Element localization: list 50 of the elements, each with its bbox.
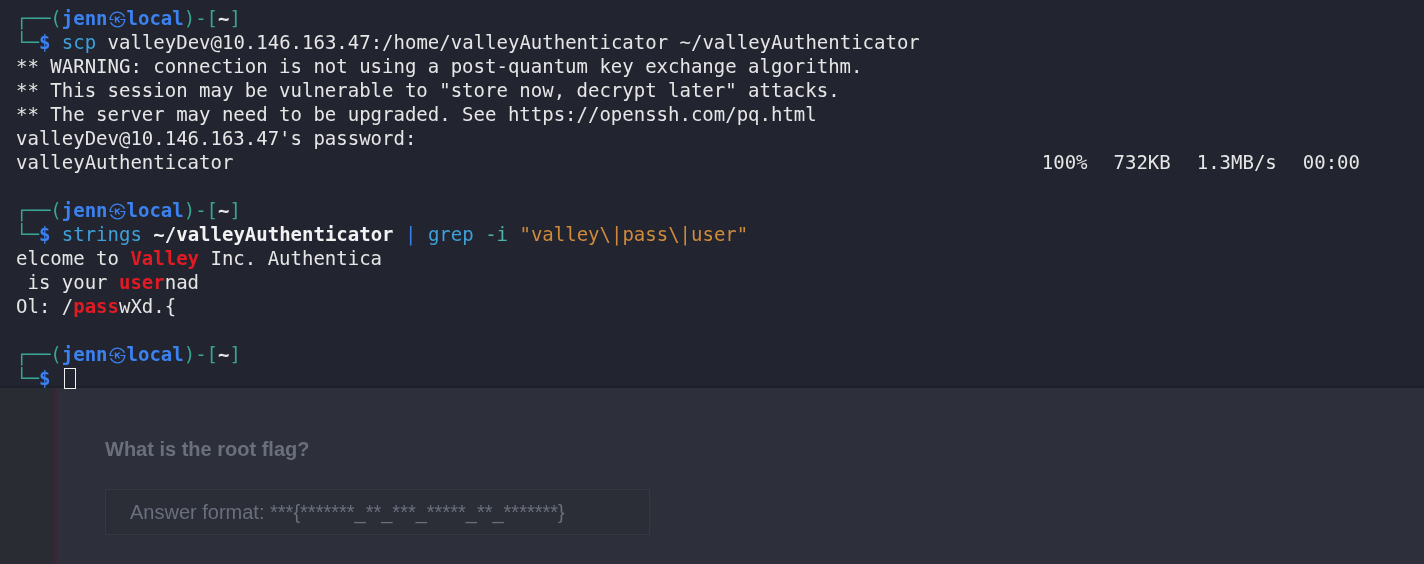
output-line: elcome to Valley Inc. Authentica bbox=[16, 246, 383, 270]
prompt-decoration: └─ bbox=[16, 366, 39, 390]
prompt-directory: ~ bbox=[218, 342, 230, 366]
prompt-host: local bbox=[126, 342, 184, 366]
prompt-sigil: $ bbox=[38, 222, 51, 246]
command-token: | bbox=[405, 222, 417, 246]
command-token: ~/valleyAuthenticator bbox=[153, 222, 394, 246]
transfer-file-name: valleyAuthenticator bbox=[16, 150, 234, 174]
prompt-host: local bbox=[126, 6, 184, 30]
prompt-decoration: ] bbox=[229, 6, 241, 30]
prompt-decoration: )-[ bbox=[183, 198, 219, 222]
prompt-decoration: └─ bbox=[16, 222, 39, 246]
command-token: ~/valleyAuthenticator bbox=[679, 30, 920, 54]
prompt-decoration: └─ bbox=[16, 30, 39, 54]
command-token: -i bbox=[485, 222, 508, 246]
prompt-sigil: $ bbox=[38, 366, 51, 390]
prompt-decoration: ] bbox=[229, 198, 241, 222]
output-line: ** WARNING: connection is not using a post-quantum key exchange algorithm. bbox=[16, 54, 863, 78]
prompt-decoration: ┌──( bbox=[16, 198, 62, 222]
prompt-decoration: )-[ bbox=[183, 6, 219, 30]
output-line: ** This session may be vulnerable to "store now, decrypt later" attacks. bbox=[16, 78, 840, 102]
command-token: valleyDev@10.146.163.47:/home/valleyAuthenticator bbox=[107, 30, 669, 54]
transfer-time: 00:00 bbox=[1302, 150, 1360, 174]
prompt-host: local bbox=[126, 198, 184, 222]
command-token: strings bbox=[61, 222, 142, 246]
output-line: valleyDev@10.146.163.47's password: bbox=[16, 126, 417, 150]
prompt-user: jenn bbox=[61, 198, 108, 222]
prompt-directory: ~ bbox=[218, 6, 230, 30]
prompt-separator: ㉿ bbox=[107, 342, 127, 366]
command-token: scp bbox=[61, 30, 97, 54]
prompt-sigil: $ bbox=[38, 30, 51, 54]
prompt-decoration: ┌──( bbox=[16, 6, 62, 30]
output-line: ** The server may need to be upgraded. See https://openssh.com/pq.html bbox=[16, 102, 817, 126]
prompt-directory: ~ bbox=[218, 198, 230, 222]
output-line: Ol: /passwXd.{ bbox=[16, 294, 177, 318]
answer-field[interactable]: Answer format: ***{*******_**_***_*****_**_*******} bbox=[105, 489, 650, 535]
prompt-decoration: )-[ bbox=[183, 342, 219, 366]
question-title: What is the root flag? bbox=[105, 438, 311, 461]
transfer-rate: 1.3MB/s bbox=[1196, 150, 1277, 174]
prompt-decoration: ┌──( bbox=[16, 342, 62, 366]
transfer-size: 732KB bbox=[1113, 150, 1171, 174]
prompt-user: jenn bbox=[61, 342, 108, 366]
prompt-separator: ㉿ bbox=[107, 6, 127, 30]
command-token: grep bbox=[427, 222, 474, 246]
prompt-user: jenn bbox=[61, 6, 108, 30]
output-line: is your usernad bbox=[26, 270, 200, 294]
transfer-percent: 100% bbox=[1041, 150, 1088, 174]
prompt-separator: ㉿ bbox=[107, 198, 127, 222]
prompt-decoration: ] bbox=[229, 342, 241, 366]
command-token: "valley\|pass\|user" bbox=[519, 222, 749, 246]
